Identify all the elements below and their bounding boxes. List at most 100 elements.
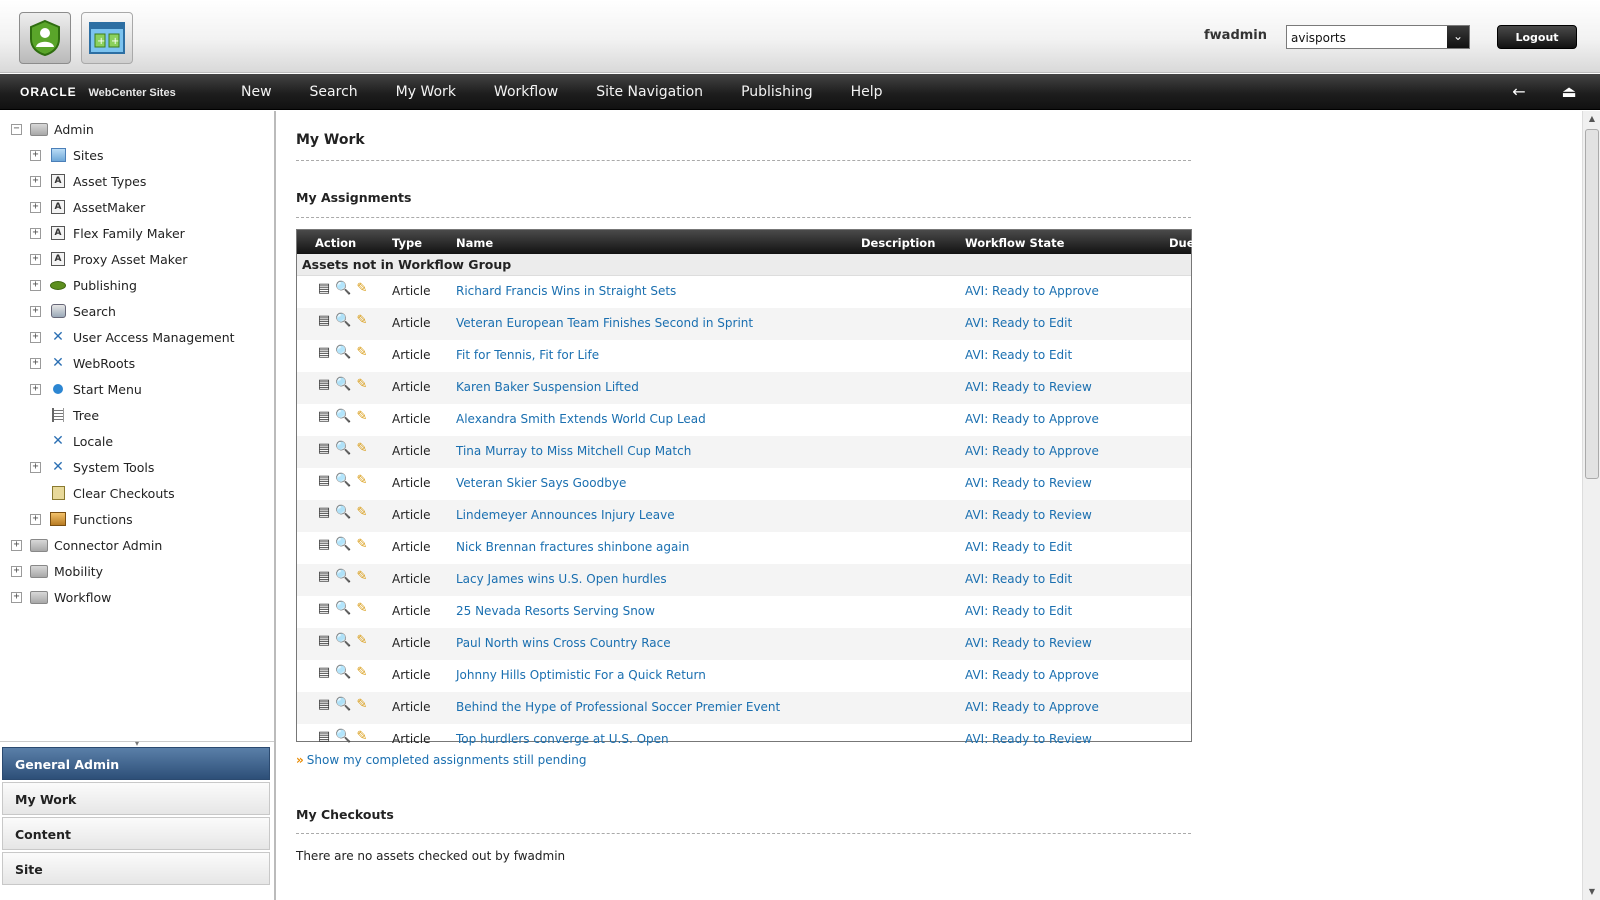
admin-app-button[interactable]	[19, 12, 71, 64]
menu-my-work[interactable]: My Work	[377, 74, 475, 110]
show-completed-link[interactable]: » Show my completed assignments still pen…	[296, 753, 586, 767]
expand-icon[interactable]: +	[11, 591, 22, 603]
edit-pencil-icon[interactable]: ✎	[354, 345, 370, 361]
scrollbar-thumb[interactable]	[1585, 129, 1599, 479]
menu-help[interactable]: Help	[832, 74, 902, 110]
tree-node-asset-types[interactable]: + A Asset Types	[30, 171, 146, 191]
chevron-down-icon[interactable]: ⌄	[1447, 26, 1469, 48]
accordion-content[interactable]: Content	[2, 817, 270, 850]
workflow-state-link[interactable]: AVI: Ready to Review	[965, 636, 1092, 650]
expand-icon[interactable]: +	[30, 383, 41, 395]
tree-node-user-access-management[interactable]: + ✕ User Access Management	[30, 327, 235, 347]
asset-name-link[interactable]: Behind the Hype of Professional Soccer P…	[456, 700, 780, 714]
expand-icon[interactable]: +	[11, 539, 22, 551]
back-arrow-icon[interactable]: ←	[1508, 82, 1530, 102]
show-completed-text[interactable]: Show my completed assignments still pend…	[307, 753, 587, 767]
tree-node-webroots[interactable]: + ✕ WebRoots	[30, 353, 135, 373]
asset-name-link[interactable]: Lacy James wins U.S. Open hurdles	[456, 572, 667, 586]
asset-name-link[interactable]: Veteran Skier Says Goodbye	[456, 476, 626, 490]
workflow-state-link[interactable]: AVI: Ready to Edit	[965, 316, 1072, 330]
menu-new[interactable]: New	[222, 74, 291, 110]
status-icon[interactable]: ▤	[316, 345, 332, 361]
edit-pencil-icon[interactable]: ✎	[354, 281, 370, 297]
tree-node-publishing[interactable]: + Publishing	[30, 275, 137, 295]
inspect-icon[interactable]: 🔍	[335, 601, 351, 617]
expand-icon[interactable]: +	[30, 279, 41, 291]
expand-icon[interactable]: +	[30, 253, 41, 265]
workflow-state-link[interactable]: AVI: Ready to Approve	[965, 668, 1099, 682]
tree-node-start-menu[interactable]: + Start Menu	[30, 379, 142, 399]
tree-node-flex-family-maker[interactable]: + A Flex Family Maker	[30, 223, 185, 243]
tree-node-connector-admin[interactable]: + Connector Admin	[11, 535, 162, 555]
asset-name-link[interactable]: Lindemeyer Announces Injury Leave	[456, 508, 675, 522]
inspect-icon[interactable]: 🔍	[335, 537, 351, 553]
scroll-down-icon[interactable]: ▼	[1587, 887, 1597, 897]
eject-icon[interactable]: ⏏	[1558, 82, 1580, 102]
tree-node-sites[interactable]: + Sites	[30, 145, 104, 165]
status-icon[interactable]: ▤	[316, 569, 332, 585]
edit-pencil-icon[interactable]: ✎	[354, 697, 370, 713]
inspect-icon[interactable]: 🔍	[335, 473, 351, 489]
tree-node-functions[interactable]: + Functions	[30, 509, 133, 529]
workflow-state-link[interactable]: AVI: Ready to Edit	[965, 540, 1072, 554]
menu-workflow[interactable]: Workflow	[475, 74, 577, 110]
asset-name-link[interactable]: Nick Brennan fractures shinbone again	[456, 540, 689, 554]
accordion-general-admin[interactable]: General Admin	[2, 747, 270, 780]
workflow-state-link[interactable]: AVI: Ready to Review	[965, 380, 1092, 394]
status-icon[interactable]: ▤	[316, 441, 332, 457]
inspect-icon[interactable]: 🔍	[335, 409, 351, 425]
workflow-state-link[interactable]: AVI: Ready to Approve	[965, 700, 1099, 714]
tree-node-mobility[interactable]: + Mobility	[11, 561, 103, 581]
tree-node-assetmaker[interactable]: + A AssetMaker	[30, 197, 145, 217]
logout-button[interactable]: Logout	[1497, 25, 1577, 49]
expand-icon[interactable]: +	[30, 149, 41, 161]
expand-icon[interactable]: +	[30, 227, 41, 239]
inspect-icon[interactable]: 🔍	[335, 313, 351, 329]
tree-node-clear-checkouts[interactable]: + Clear Checkouts	[30, 483, 175, 503]
status-icon[interactable]: ▤	[316, 505, 332, 521]
asset-name-link[interactable]: Paul North wins Cross Country Race	[456, 636, 671, 650]
menu-publishing[interactable]: Publishing	[722, 74, 832, 110]
status-icon[interactable]: ▤	[316, 281, 332, 297]
inspect-icon[interactable]: 🔍	[335, 665, 351, 681]
inspect-icon[interactable]: 🔍	[335, 377, 351, 393]
expand-icon[interactable]: +	[11, 565, 22, 577]
workflow-state-link[interactable]: AVI: Ready to Review	[965, 508, 1092, 522]
asset-name-link[interactable]: Tina Murray to Miss Mitchell Cup Match	[456, 444, 691, 458]
expand-icon[interactable]: +	[30, 175, 41, 187]
workflow-state-link[interactable]: AVI: Ready to Approve	[965, 284, 1099, 298]
edit-pencil-icon[interactable]: ✎	[354, 473, 370, 489]
status-icon[interactable]: ▤	[316, 537, 332, 553]
workflow-state-link[interactable]: AVI: Ready to Approve	[965, 444, 1099, 458]
edit-pencil-icon[interactable]: ✎	[354, 665, 370, 681]
tree-node-proxy-asset-maker[interactable]: + A Proxy Asset Maker	[30, 249, 187, 269]
tree-node-system-tools[interactable]: + ✕ System Tools	[30, 457, 154, 477]
tree-node-admin[interactable]: − Admin	[11, 119, 94, 139]
menu-search[interactable]: Search	[291, 74, 377, 110]
scroll-up-icon[interactable]: ▲	[1587, 114, 1597, 124]
inspect-icon[interactable]: 🔍	[335, 633, 351, 649]
inspect-icon[interactable]: 🔍	[335, 569, 351, 585]
asset-name-link[interactable]: Johnny Hills Optimistic For a Quick Retu…	[456, 668, 706, 682]
menu-site-navigation[interactable]: Site Navigation	[577, 74, 722, 110]
asset-name-link[interactable]: 25 Nevada Resorts Serving Snow	[456, 604, 655, 618]
edit-pencil-icon[interactable]: ✎	[354, 537, 370, 553]
asset-name-link[interactable]: Veteran European Team Finishes Second in…	[456, 316, 753, 330]
accordion-site[interactable]: Site	[2, 852, 270, 885]
edit-pencil-icon[interactable]: ✎	[354, 633, 370, 649]
expand-icon[interactable]: +	[30, 305, 41, 317]
edit-pencil-icon[interactable]: ✎	[354, 729, 370, 745]
edit-pencil-icon[interactable]: ✎	[354, 313, 370, 329]
accordion-my-work[interactable]: My Work	[2, 782, 270, 815]
status-icon[interactable]: ▤	[316, 729, 332, 745]
contributor-app-button[interactable]: + +	[81, 12, 133, 64]
status-icon[interactable]: ▤	[316, 665, 332, 681]
asset-name-link[interactable]: Fit for Tennis, Fit for Life	[456, 348, 599, 362]
status-icon[interactable]: ▤	[316, 473, 332, 489]
tree-node-search[interactable]: + Search	[30, 301, 116, 321]
collapse-icon[interactable]: −	[11, 123, 22, 135]
workflow-state-link[interactable]: AVI: Ready to Review	[965, 732, 1092, 746]
workflow-state-link[interactable]: AVI: Ready to Review	[965, 476, 1092, 490]
expand-icon[interactable]: +	[30, 331, 41, 343]
status-icon[interactable]: ▤	[316, 633, 332, 649]
